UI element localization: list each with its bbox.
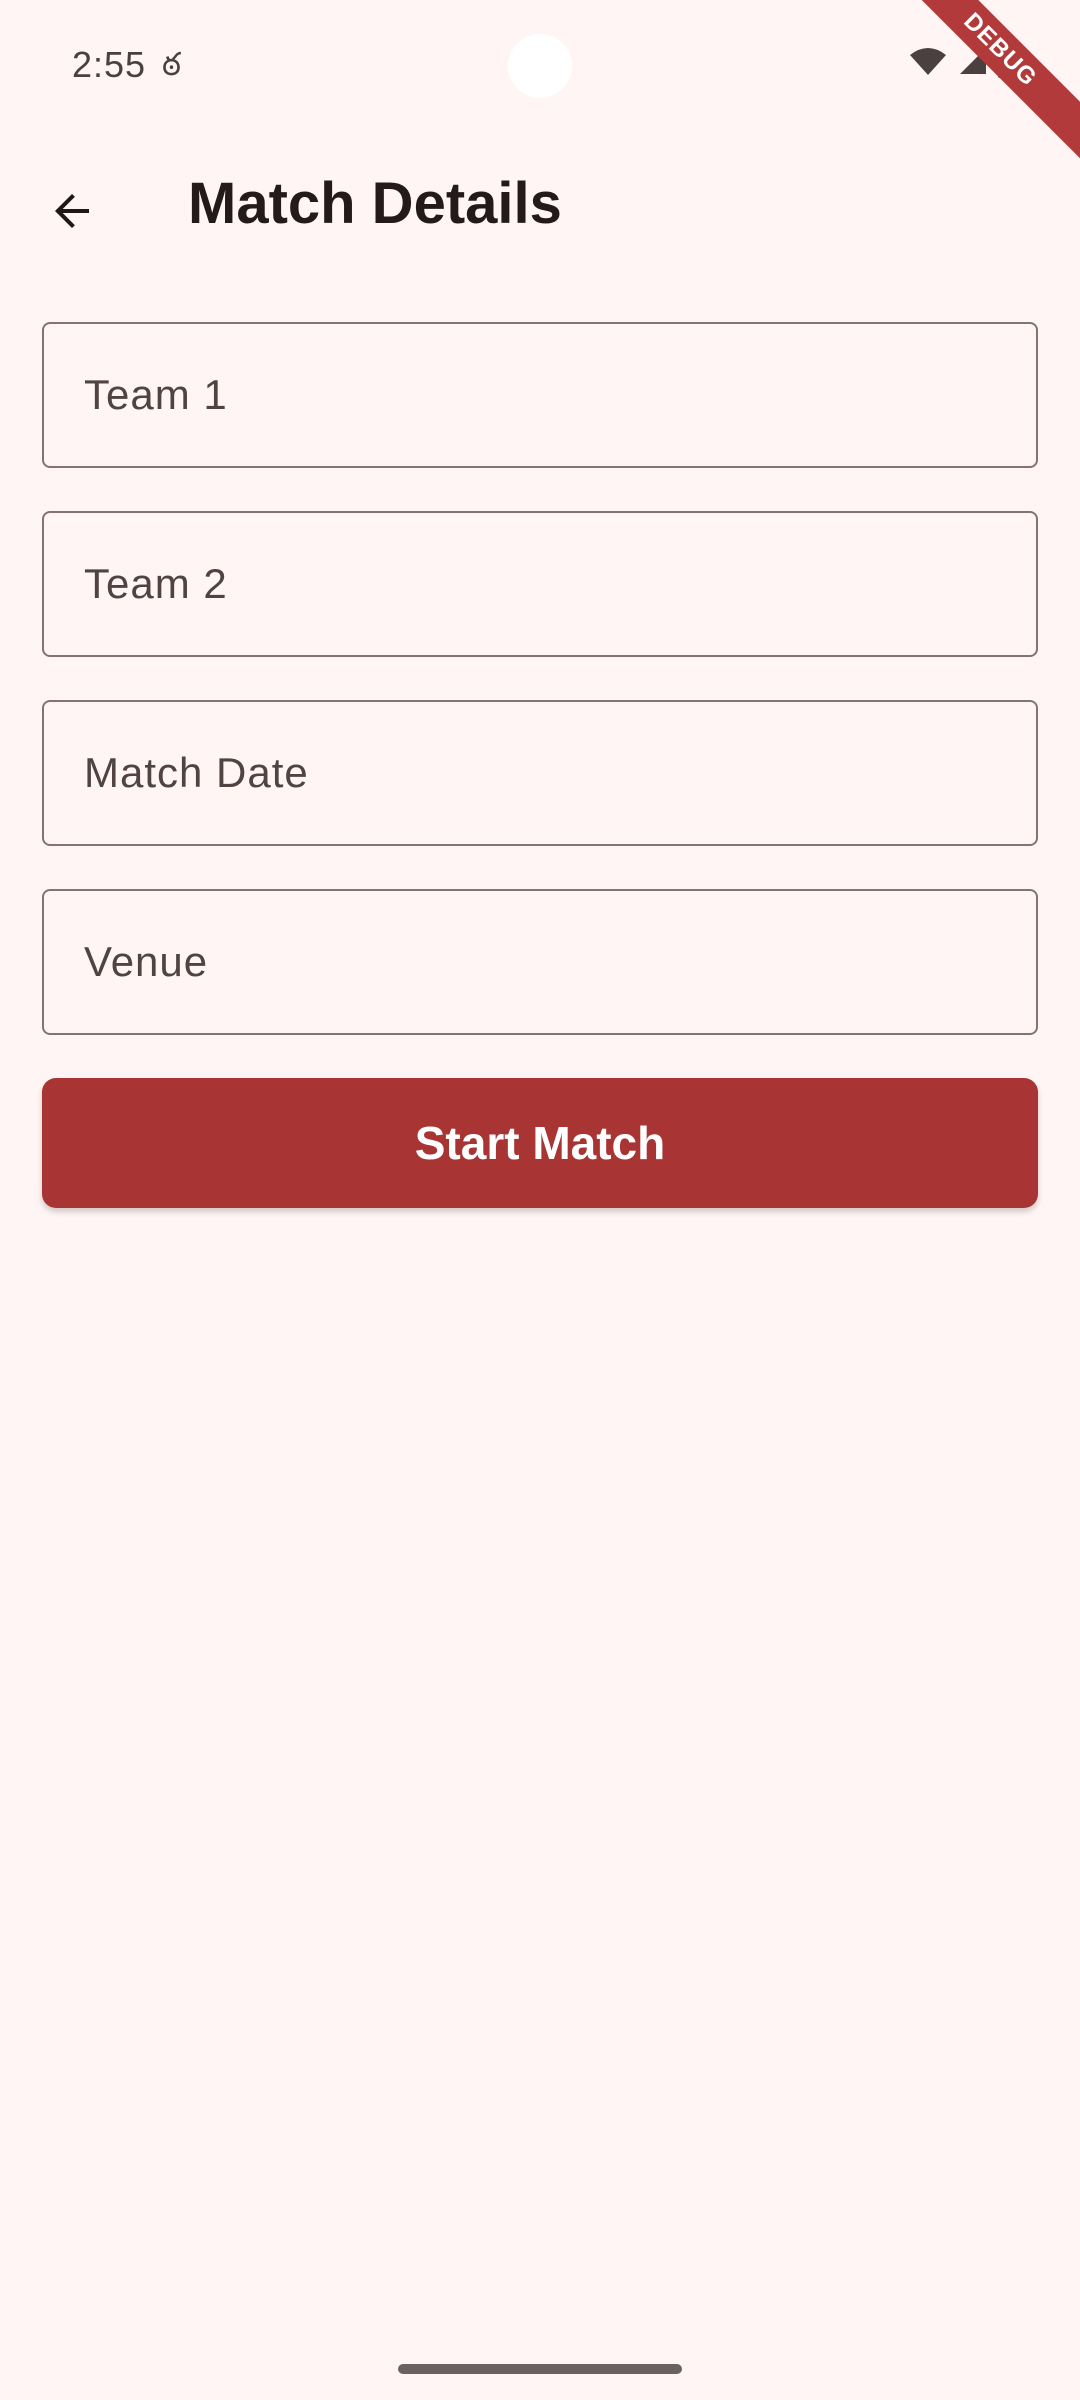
back-button[interactable]	[28, 166, 118, 256]
match-form: Team 1 Team 2 Match Date Venue Start Mat…	[42, 322, 1038, 1208]
venue-field[interactable]: Venue	[42, 889, 1038, 1035]
venue-label: Venue	[84, 938, 209, 985]
team-1-field[interactable]: Team 1	[42, 322, 1038, 468]
team-2-label: Team 2	[84, 560, 228, 607]
status-time: 2:55	[72, 44, 147, 85]
notification-icon: ఠ	[162, 46, 181, 82]
wifi-icon	[910, 48, 946, 75]
team-1-label: Team 1	[84, 371, 228, 418]
match-date-field[interactable]: Match Date	[42, 700, 1038, 846]
home-indicator[interactable]	[398, 2364, 682, 2374]
match-date-label: Match Date	[84, 749, 309, 796]
status-bar: 2:55 ఠ	[0, 0, 1080, 110]
page-title: Match Details	[188, 171, 562, 236]
camera-cutout	[508, 34, 572, 98]
app-screen: 2:55 ఠ DEBUG Match Details Team 1 Team 2…	[0, 0, 1080, 2400]
app-bar: Match Details	[0, 150, 1080, 260]
start-match-button[interactable]: Start Match	[42, 1078, 1038, 1208]
arrow-back-icon	[55, 194, 89, 228]
team-2-field[interactable]: Team 2	[42, 511, 1038, 657]
